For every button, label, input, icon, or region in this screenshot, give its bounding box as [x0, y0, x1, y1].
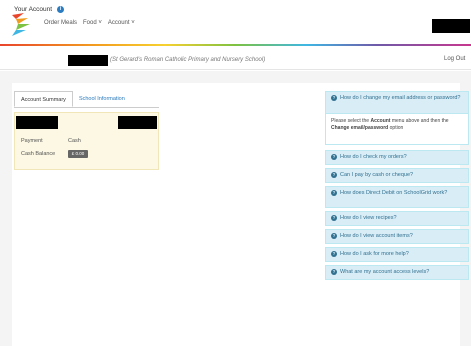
faq-question-3: Can I pay by cash or cheque?: [340, 172, 414, 178]
nav-account[interactable]: Account ˅: [108, 20, 135, 26]
account-tabs: Account Summary School Information: [14, 91, 131, 107]
faq-check-orders[interactable]: ? How do I check my orders?: [325, 150, 469, 165]
rainbow-divider: [0, 44, 471, 46]
faq-answer-text-mid: menu above and then the: [390, 118, 449, 124]
page-title: Your Account: [14, 6, 53, 13]
faq-view-recipes[interactable]: ? How do I view recipes?: [325, 211, 469, 226]
redacted-child-class: [118, 116, 157, 129]
faq-question-7: How do I ask for more help?: [340, 251, 409, 257]
nav-order-meals[interactable]: Order Meals: [44, 20, 77, 26]
faq-answer-change: Change email/password: [331, 125, 389, 131]
question-icon: ?: [331, 172, 337, 178]
faq-question-5: How do I view recipes?: [340, 215, 397, 221]
faq-more-help[interactable]: ? How do I ask for more help?: [325, 247, 469, 262]
faq-pay-cash[interactable]: ? Can I pay by cash or cheque?: [325, 168, 469, 183]
redacted-child-name: [16, 116, 58, 129]
faq-answer-1: Please select the Account menu above and…: [325, 114, 469, 145]
faq-answer-account: Account: [370, 118, 391, 124]
nav-food[interactable]: Food ˅: [83, 20, 102, 26]
faq-access-levels[interactable]: ? What are my account access levels?: [325, 265, 469, 280]
redacted-account-name: [68, 55, 108, 66]
info-icon[interactable]: i: [57, 6, 64, 13]
tab-school-information[interactable]: School Information: [73, 91, 131, 107]
faq-answer-text-end: option: [388, 125, 404, 131]
question-icon: ?: [331, 215, 337, 221]
faq-account-items[interactable]: ? How do I view account items?: [325, 229, 469, 244]
question-icon: ?: [331, 190, 337, 196]
question-icon: ?: [331, 251, 337, 257]
question-icon: ?: [331, 95, 337, 101]
faq-question-8: What are my account access levels?: [340, 269, 430, 275]
faq-question-2: How do I check my orders?: [340, 154, 407, 160]
main-nav: Order Meals Food ˅ Account ˅: [44, 20, 135, 26]
payment-value: Cash: [68, 138, 81, 144]
tab-divider: [14, 107, 159, 108]
faq-question-6: How do I view account items?: [340, 233, 413, 239]
faq-direct-debit[interactable]: ? How does Direct Debit on SchoolGrid wo…: [325, 186, 469, 208]
faq-question-4: How does Direct Debit on SchoolGrid work…: [340, 190, 448, 196]
logout-link[interactable]: Log Out: [444, 56, 465, 62]
schoolgrid-logo-icon[interactable]: [10, 11, 32, 37]
top-bar: Order Meals Food ˅ Account ˅: [0, 0, 471, 45]
question-icon: ?: [331, 233, 337, 239]
faq-question-1: How do I change my email address or pass…: [340, 95, 461, 101]
redacted-user[interactable]: [432, 19, 470, 33]
question-icon: ?: [331, 154, 337, 160]
faq-change-email[interactable]: ? How do I change my email address or pa…: [325, 91, 469, 114]
payment-label: Payment: [21, 138, 43, 144]
tab-account-summary[interactable]: Account Summary: [14, 91, 73, 107]
cash-balance-label: Cash Balance: [21, 151, 56, 157]
school-name: (St Gerard's Roman Catholic Primary and …: [110, 57, 266, 63]
question-icon: ?: [331, 269, 337, 275]
cash-balance-badge: £ 0.00: [68, 150, 88, 158]
faq-answer-text: Please select the: [331, 118, 371, 124]
